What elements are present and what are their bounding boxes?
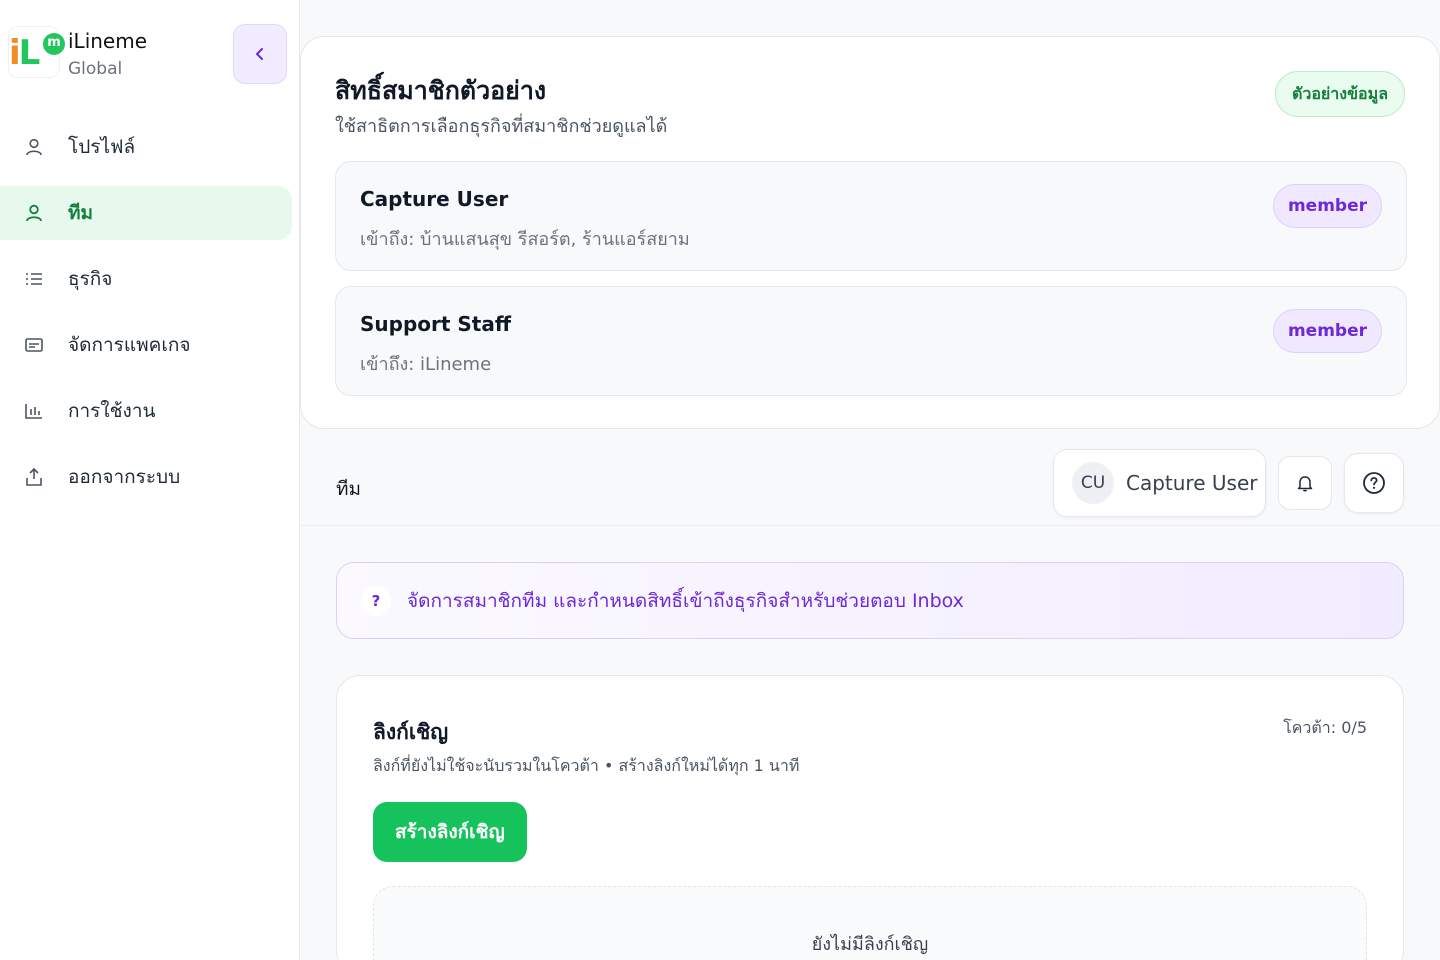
sidebar-item-usage[interactable]: การใช้งาน bbox=[0, 384, 292, 438]
bell-icon bbox=[1297, 476, 1313, 492]
invite-links-card: ลิงก์เชิญ ลิงก์ที่ยังไม่ใช้จะนับรวมในโคว… bbox=[336, 675, 1404, 960]
list-icon bbox=[24, 269, 44, 289]
sidebar-item-label: การใช้งาน bbox=[68, 400, 156, 422]
notifications-button[interactable] bbox=[1278, 456, 1332, 510]
invite-subtitle: ลิงก์ที่ยังไม่ใช้จะนับรวมในโควต้า • สร้า… bbox=[373, 756, 800, 775]
sidebar-item-label: ทีม bbox=[68, 202, 94, 224]
sidebar-item-profile[interactable]: โปรไฟล์ bbox=[0, 120, 292, 174]
sidebar-item-label: ออกจากระบบ bbox=[68, 466, 181, 488]
user-name: Capture User bbox=[1126, 471, 1258, 495]
sidebar-item-label: จัดการแพคเกจ bbox=[68, 334, 191, 356]
logo-badge: m bbox=[43, 33, 65, 55]
sidebar-item-label: โปรไฟล์ bbox=[68, 136, 136, 158]
help-button[interactable] bbox=[1344, 453, 1404, 513]
brand-name: iLineme bbox=[68, 29, 148, 53]
user-icon bbox=[24, 137, 44, 157]
user-icon bbox=[24, 203, 44, 223]
empty-state-text: ยังไม่มีลิงก์เชิญ bbox=[811, 934, 929, 955]
sample-data-badge: ตัวอย่างข้อมูล bbox=[1274, 71, 1405, 117]
member-name: Support Staff bbox=[360, 312, 512, 336]
chevron-left-icon bbox=[256, 48, 263, 60]
brand-text: iLineme Global bbox=[68, 28, 147, 84]
member-access: เข้าถึง: บ้านแสนสุข รีสอร์ต, ร้านแอร์สยา… bbox=[360, 229, 690, 250]
sidebar: iL m iLineme Global โปรไฟล์ ทีม ธุรกิจ จ… bbox=[0, 0, 300, 960]
top-bar: ทีม CU Capture User bbox=[300, 430, 1440, 526]
package-icon bbox=[24, 335, 44, 355]
brand-subtitle: Global bbox=[68, 59, 123, 79]
question-icon: ? bbox=[361, 585, 391, 616]
info-banner: ? จัดการสมาชิกทีม และกำหนดสิทธิ์เข้าถึงธ… bbox=[336, 562, 1404, 639]
help-circle-icon bbox=[1363, 472, 1385, 494]
permissions-title: สิทธิ์สมาชิกตัวอย่าง bbox=[335, 76, 547, 105]
avatar: CU bbox=[1072, 462, 1114, 504]
role-badge: member bbox=[1272, 309, 1382, 353]
role-badge: member bbox=[1272, 184, 1382, 228]
member-card[interactable]: Capture User เข้าถึง: บ้านแสนสุข รีสอร์ต… bbox=[335, 161, 1407, 271]
brand: iL m iLineme Global bbox=[8, 26, 147, 84]
invite-title: ลิงก์เชิญ bbox=[373, 720, 449, 744]
logout-icon bbox=[24, 467, 44, 487]
page-title: ทีม bbox=[336, 478, 362, 500]
sidebar-item-team[interactable]: ทีม bbox=[0, 186, 292, 240]
logo-mark: iL bbox=[9, 33, 40, 73]
member-name: Capture User bbox=[360, 187, 509, 211]
sidebar-item-label: ธุรกิจ bbox=[68, 268, 113, 290]
create-invite-link-button[interactable]: สร้างลิงก์เชิญ bbox=[373, 802, 527, 862]
info-banner-text: จัดการสมาชิกทีม และกำหนดสิทธิ์เข้าถึงธุร… bbox=[407, 589, 964, 612]
permissions-subtitle: ใช้สาธิตการเลือกธุรกิจที่สมาชิกช่วยดูแลไ… bbox=[335, 116, 668, 137]
user-menu-button[interactable]: CU Capture User bbox=[1053, 449, 1266, 517]
bar-chart-icon bbox=[24, 401, 44, 421]
collapse-sidebar-button[interactable] bbox=[233, 24, 287, 84]
sidebar-item-logout[interactable]: ออกจากระบบ bbox=[0, 450, 292, 504]
invite-quota: โควต้า: 0/5 bbox=[1283, 718, 1367, 737]
sidebar-nav: โปรไฟล์ ทีม ธุรกิจ จัดการแพคเกจ การใช้งา… bbox=[0, 120, 300, 516]
sidebar-item-business[interactable]: ธุรกิจ bbox=[0, 252, 292, 306]
invite-empty-state: ยังไม่มีลิงก์เชิญ bbox=[373, 886, 1367, 960]
member-card[interactable]: Support Staff เข้าถึง: iLineme member bbox=[335, 286, 1407, 396]
sidebar-item-packages[interactable]: จัดการแพคเกจ bbox=[0, 318, 292, 372]
member-access: เข้าถึง: iLineme bbox=[360, 354, 492, 375]
app-logo: iL m bbox=[8, 26, 65, 78]
sample-permissions-card: สิทธิ์สมาชิกตัวอย่าง ใช้สาธิตการเลือกธุร… bbox=[300, 36, 1440, 429]
